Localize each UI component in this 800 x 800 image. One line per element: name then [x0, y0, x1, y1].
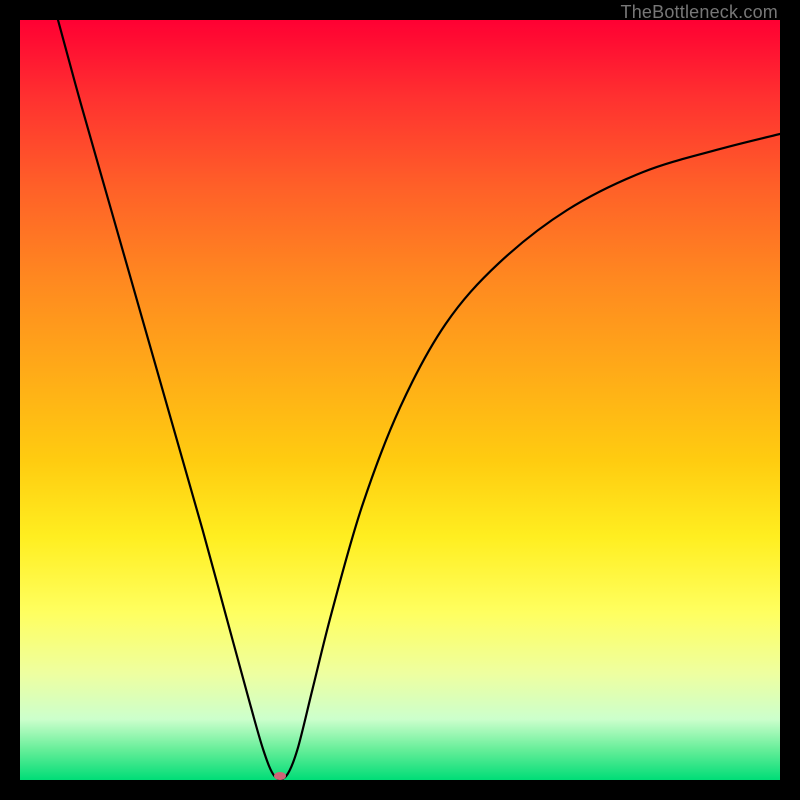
- curve-svg: [20, 20, 780, 780]
- chart-frame: TheBottleneck.com: [0, 0, 800, 800]
- minimum-marker: [274, 772, 286, 780]
- watermark-label: TheBottleneck.com: [621, 2, 778, 23]
- plot-area: [20, 20, 780, 780]
- bottleneck-curve: [58, 20, 780, 780]
